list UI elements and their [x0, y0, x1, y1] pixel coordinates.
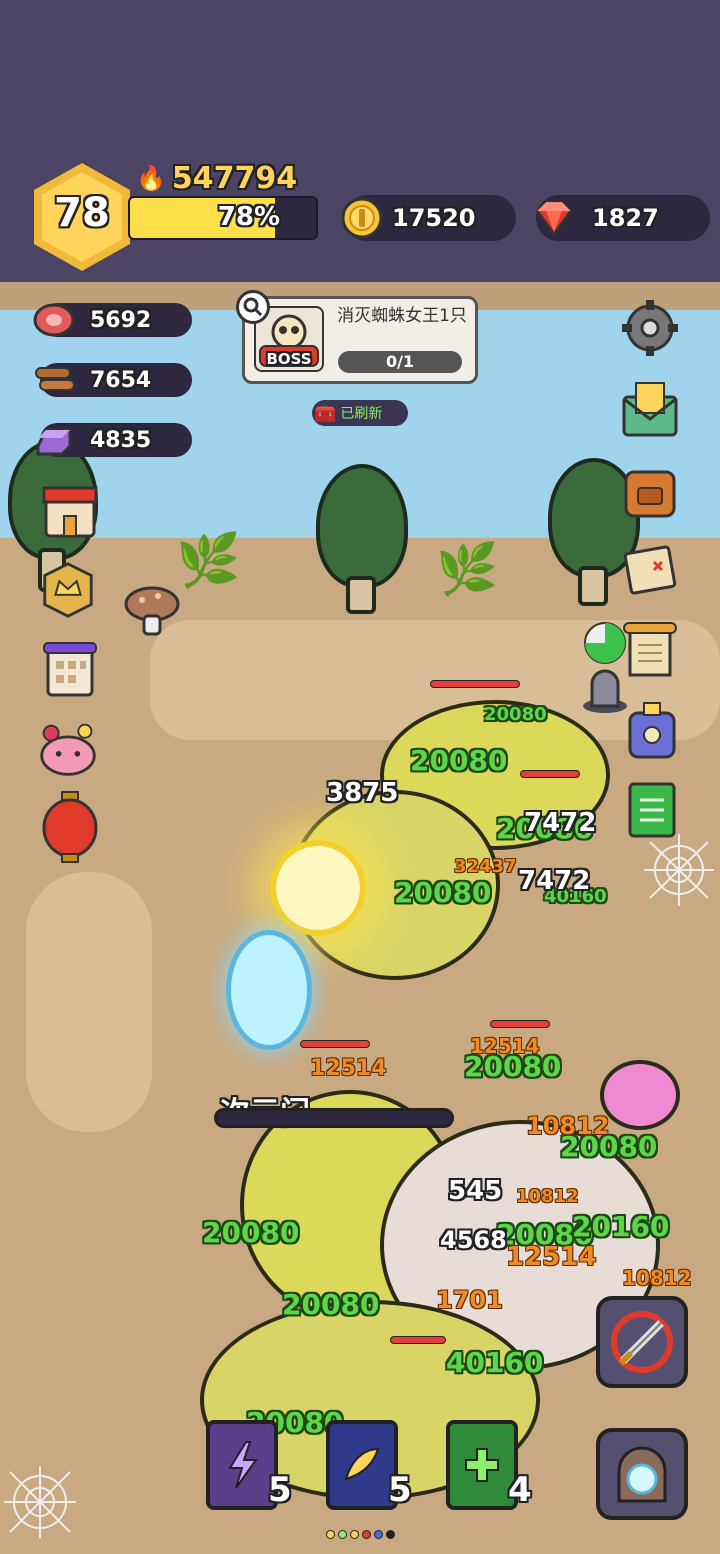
refresh-badge[interactable]: 🧰 已刷新: [312, 400, 408, 426]
page-dot: [362, 1530, 371, 1539]
page-dot: [326, 1530, 335, 1539]
ground-path: [26, 872, 152, 1132]
shop-icon[interactable]: [40, 480, 100, 540]
enemy-hp-bar: [490, 1020, 550, 1028]
auto-battle-button[interactable]: [596, 1296, 688, 1388]
cooldown-timer-icon: [582, 620, 628, 666]
calendar-scroll-icon[interactable]: [40, 640, 100, 700]
damage-number: 20080: [484, 704, 547, 725]
enemy-hp-bar: [300, 1040, 370, 1048]
skill-slot-wing[interactable]: 5: [326, 1420, 412, 1510]
damage-number: 20080: [202, 1216, 300, 1249]
portal-skill-button[interactable]: [596, 1428, 688, 1520]
hit-burst-effect: [270, 840, 366, 936]
power-value: 547794: [171, 160, 298, 196]
damage-number: 7472: [524, 808, 597, 838]
settings-gear-icon[interactable]: [620, 298, 680, 358]
tree-trunk: [346, 576, 376, 614]
pink-pet-icon[interactable]: [38, 720, 98, 780]
enemy-hp-bar: [430, 680, 520, 688]
page-dot: [350, 1530, 359, 1539]
backpack-icon[interactable]: [620, 460, 680, 520]
tombstone-icon: [580, 668, 630, 714]
enemy-hp-bar: [390, 1336, 446, 1344]
skill-count: 5: [388, 1470, 412, 1510]
refresh-label: 已刷新: [340, 406, 383, 422]
tree-trunk: [578, 566, 608, 606]
damage-number: 32437: [454, 856, 517, 877]
skill-count: 5: [268, 1470, 292, 1510]
damage-number: 10812: [516, 1186, 579, 1207]
page-dot: [374, 1530, 383, 1539]
power-display: 🔥 547794: [136, 160, 297, 196]
damage-number: 12514: [470, 1034, 540, 1058]
crystal-value: 4835: [90, 427, 152, 453]
potion-bottle-icon[interactable]: [622, 700, 682, 760]
quest-title: 消灭蜘蛛女王1只: [337, 306, 467, 326]
wood-icon: [32, 360, 76, 400]
xp-progress-bar: 78%: [128, 196, 318, 240]
pink-spider: [600, 1060, 680, 1130]
gem-counter[interactable]: 1827: [535, 195, 710, 241]
boss-badge-label: BOSS: [266, 350, 312, 368]
crystal-counter[interactable]: 4835: [36, 423, 192, 457]
quest-progress: 0/1: [338, 351, 462, 373]
damage-number: 545: [448, 1176, 503, 1206]
wood-value: 7654: [90, 367, 152, 393]
damage-number: 20080: [282, 1288, 380, 1321]
red-lantern-icon[interactable]: [40, 790, 100, 864]
crystal-ingot-icon: [32, 420, 76, 460]
skill-slot-lightning[interactable]: 5: [206, 1420, 292, 1510]
page-dot: [386, 1530, 395, 1539]
damage-number: 12514: [506, 1242, 597, 1272]
portal-effect: [226, 930, 312, 1050]
tree: [316, 464, 408, 588]
search-icon[interactable]: [236, 290, 270, 324]
xp-percent-label: 78%: [217, 202, 280, 232]
meat-counter[interactable]: 5692: [33, 303, 192, 337]
gold-coin-icon: [340, 196, 384, 240]
treasure-map-icon[interactable]: [620, 540, 680, 600]
gold-value: 17520: [392, 204, 476, 232]
ruby-gem-icon: [532, 196, 576, 240]
treasure-chest-icon: 🧰: [314, 402, 337, 424]
damage-number: 10812: [622, 1266, 692, 1290]
damage-number: 12514: [310, 1056, 387, 1081]
wood-counter[interactable]: 7654: [35, 363, 192, 397]
damage-number: 7472: [518, 866, 591, 896]
guild-crown-icon[interactable]: [38, 560, 98, 620]
spider-web-icon: [0, 1462, 80, 1542]
damage-number: 4568: [440, 1226, 507, 1254]
fire-icon: 🔥: [136, 164, 166, 192]
damage-number: 10812: [526, 1112, 610, 1140]
player-level: 78: [54, 190, 110, 236]
fern-plant: 🌿: [176, 531, 241, 591]
mail-icon[interactable]: [620, 378, 680, 438]
damage-number: 20160: [572, 1210, 670, 1243]
damage-number: 3875: [326, 778, 399, 808]
meat-value: 5692: [90, 307, 152, 333]
damage-number: 1701: [436, 1286, 503, 1314]
damage-number: 20080: [394, 876, 492, 909]
damage-number: 40160: [446, 1346, 544, 1379]
portal-boss-hp-bar: [214, 1108, 454, 1128]
skill-count: 4: [508, 1470, 532, 1510]
fern-plant: 🌿: [436, 540, 499, 598]
mushroom-icon: [124, 582, 180, 638]
gold-counter[interactable]: 17520: [341, 195, 516, 241]
spider-web-icon: [640, 830, 718, 910]
skill-slot-heal[interactable]: 4: [446, 1420, 532, 1510]
meat-icon: [32, 300, 76, 340]
page-indicator: [326, 1530, 395, 1539]
gem-value: 1827: [592, 204, 659, 232]
enemy-hp-bar: [520, 770, 580, 778]
damage-number: 20080: [410, 744, 508, 777]
page-dot: [338, 1530, 347, 1539]
